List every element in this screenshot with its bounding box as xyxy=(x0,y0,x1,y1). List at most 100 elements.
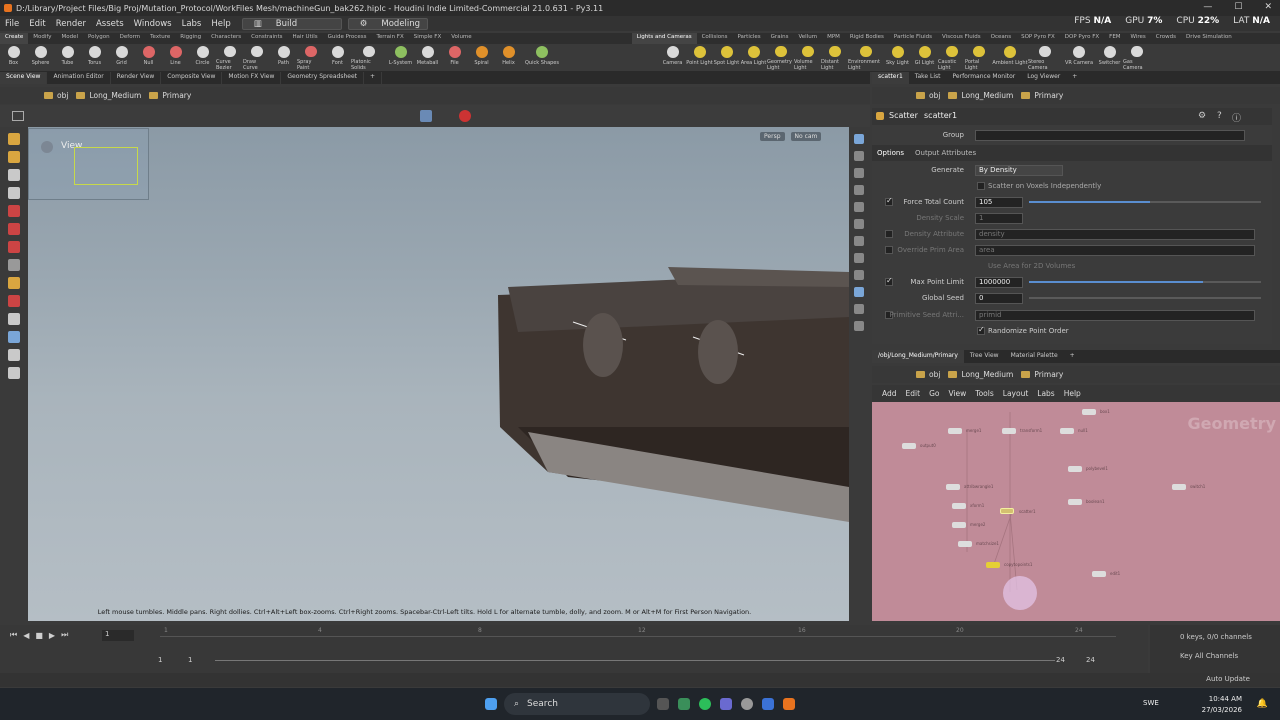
shelf-tab[interactable]: DOP Pyro FX xyxy=(1060,33,1104,44)
box-tool[interactable]: Box xyxy=(0,44,27,71)
scene-viewport[interactable] xyxy=(28,127,849,621)
spiral-tool[interactable]: Spiral xyxy=(468,44,495,71)
display-mode-icon[interactable] xyxy=(420,110,432,122)
handle-icon[interactable] xyxy=(8,133,20,145)
menu-file[interactable]: File xyxy=(0,19,24,29)
flipbook-icon[interactable] xyxy=(8,367,20,379)
quick-shapes-tool[interactable]: Quick Shapes xyxy=(522,44,562,71)
menu-tools[interactable]: Tools xyxy=(975,389,993,398)
tab-scatter1[interactable]: scatter1 xyxy=(872,72,909,84)
timeline-ruler[interactable]: 1 4 8 12 16 20 24 xyxy=(160,625,1116,637)
global-seed-field[interactable]: 0 xyxy=(975,292,1023,304)
group-field[interactable] xyxy=(975,129,1245,141)
gas-camera-tool[interactable]: Gas Camera xyxy=(1123,44,1150,71)
pose-icon[interactable] xyxy=(8,151,20,163)
network-node[interactable]: transform1 xyxy=(1002,428,1042,434)
network-node[interactable]: polybevel1 xyxy=(1068,466,1108,472)
notification-icon[interactable]: 🔔 xyxy=(1257,699,1268,709)
persp-menu[interactable]: Persp xyxy=(760,132,785,141)
network-node[interactable]: edit1 xyxy=(1092,571,1120,577)
shelf-tab[interactable]: Create xyxy=(0,33,29,44)
shelf-tab[interactable]: Vellum xyxy=(793,33,822,44)
background-icon[interactable] xyxy=(854,304,864,314)
tab-log-viewer[interactable]: Log Viewer xyxy=(1021,72,1066,84)
network-editor[interactable]: Geometry output0 scatter1 copytopoints1 … xyxy=(872,402,1280,621)
snap-icon[interactable] xyxy=(854,287,864,297)
platonic-tool[interactable]: Platonic Solids xyxy=(351,44,387,71)
gear-icon[interactable]: ⚙ xyxy=(1198,111,1206,121)
grid-tool[interactable]: Grid xyxy=(108,44,135,71)
shelf-tab[interactable]: FEM xyxy=(1104,33,1125,44)
visibility-icon[interactable] xyxy=(854,270,864,280)
desktop-build-select[interactable]: ▥ Build xyxy=(241,17,342,30)
path-sub[interactable]: Primary xyxy=(149,91,191,100)
shelf-tab[interactable]: Viscous Fluids xyxy=(937,33,986,44)
menu-edit[interactable]: Edit xyxy=(906,389,921,398)
maximize-icon[interactable]: ☐ xyxy=(1234,2,1242,12)
taskbar-search[interactable]: ⌕ Search xyxy=(504,693,650,715)
force-total-slider[interactable] xyxy=(1029,201,1261,203)
network-node[interactable]: box1 xyxy=(1082,409,1110,415)
path-obj[interactable]: obj xyxy=(916,370,940,379)
add-tab-icon[interactable]: + xyxy=(1066,72,1083,84)
path-node[interactable]: Long_Medium xyxy=(76,91,141,100)
add-tab-icon[interactable]: + xyxy=(1064,350,1081,363)
shelf-tab[interactable]: Hair Utils xyxy=(288,33,323,44)
menu-help[interactable]: Help xyxy=(206,19,235,29)
draw-curve-tool[interactable]: Draw Curve xyxy=(243,44,270,71)
shelf-tab[interactable]: Characters xyxy=(206,33,246,44)
network-node[interactable]: merge1 xyxy=(948,428,981,434)
lock-icon[interactable] xyxy=(8,187,20,199)
font-tool[interactable]: Font xyxy=(324,44,351,71)
display-options-icon[interactable] xyxy=(854,134,864,144)
shading-icon[interactable] xyxy=(854,185,864,195)
shelf-tab[interactable]: Texture xyxy=(145,33,175,44)
tab-motion-fx-view[interactable]: Motion FX View xyxy=(222,72,282,84)
menu-windows[interactable]: Windows xyxy=(129,19,177,29)
menu-view[interactable]: View xyxy=(948,389,966,398)
app-icon[interactable] xyxy=(762,698,774,710)
wireframe-icon[interactable] xyxy=(854,202,864,212)
tab-render-view[interactable]: Render View xyxy=(111,72,162,84)
brush-icon[interactable] xyxy=(8,277,20,289)
tab-take-list[interactable]: Take List xyxy=(909,72,947,84)
network-node[interactable]: output0 xyxy=(902,443,936,449)
shelf-tab[interactable]: MPM xyxy=(822,33,845,44)
shelf-tab[interactable]: Terrain FX xyxy=(371,33,408,44)
portal-light-tool[interactable]: Portal Light xyxy=(965,44,992,71)
gi-light-tool[interactable]: GI Light xyxy=(911,44,938,71)
line-tool[interactable]: Line xyxy=(162,44,189,71)
tube-tool[interactable]: Tube xyxy=(54,44,81,71)
shelf-tab[interactable]: Constraints xyxy=(246,33,287,44)
home-icon[interactable] xyxy=(854,321,864,331)
first-frame-icon[interactable]: ⏮ xyxy=(10,630,17,640)
caustic-light-tool[interactable]: Caustic Light xyxy=(938,44,965,71)
network-node[interactable]: xform1 xyxy=(952,503,984,509)
shelf-tab[interactable]: Volume xyxy=(446,33,476,44)
lsystem-tool[interactable]: L-System xyxy=(387,44,414,71)
environment-light-tool[interactable]: Environment Light xyxy=(848,44,884,71)
lock-camera-icon[interactable] xyxy=(854,151,864,161)
path-tool[interactable]: Path xyxy=(270,44,297,71)
volume-light-tool[interactable]: Volume Light xyxy=(794,44,821,71)
close-icon[interactable]: ✕ xyxy=(1264,2,1272,12)
path-obj[interactable]: obj xyxy=(44,91,68,100)
path-sub[interactable]: Primary xyxy=(1021,91,1063,100)
shelf-tab[interactable]: Particle Fluids xyxy=(889,33,937,44)
shelf-tab[interactable]: Guide Process xyxy=(323,33,372,44)
switcher-tool[interactable]: Switcher xyxy=(1096,44,1123,71)
menu-labs[interactable]: Labs xyxy=(177,19,207,29)
camera-view-icon[interactable] xyxy=(8,349,20,361)
generate-select[interactable]: By Density xyxy=(975,164,1063,176)
circle-tool[interactable]: Circle xyxy=(189,44,216,71)
scale-icon[interactable] xyxy=(8,241,20,253)
randomize-checkbox[interactable] xyxy=(977,325,985,335)
helix-tool[interactable]: Helix xyxy=(495,44,522,71)
last-frame-icon[interactable]: ⏭ xyxy=(61,630,68,640)
shelf-tab[interactable]: Model xyxy=(57,33,84,44)
network-node[interactable]: scatter1 xyxy=(1000,508,1036,514)
scatter-voxels-checkbox[interactable] xyxy=(977,182,985,190)
network-node[interactable]: matchsize1 xyxy=(958,541,999,547)
network-node[interactable]: merge2 xyxy=(952,522,985,528)
ghost-icon[interactable] xyxy=(854,253,864,263)
